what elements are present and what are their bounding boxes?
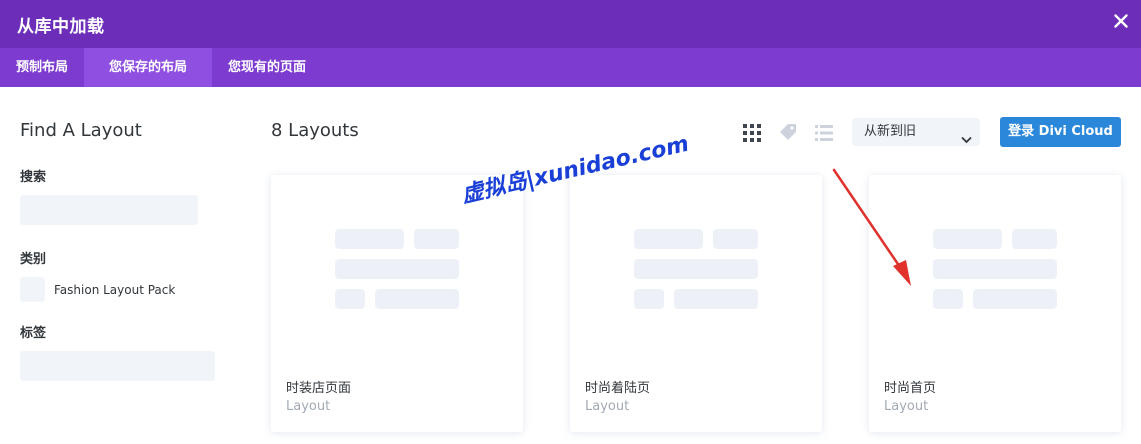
category-option[interactable]: Fashion Layout Pack — [20, 277, 220, 302]
layout-card-type: Layout — [286, 399, 331, 414]
modal-title: 从库中加载 — [17, 16, 105, 37]
chevron-down-icon — [961, 127, 972, 155]
tab-saved-layouts[interactable]: 您保存的布局 — [84, 48, 213, 87]
tags-label: 标签 — [20, 326, 47, 341]
layout-card[interactable]: 时尚首页 Layout — [869, 175, 1121, 432]
filter-sidebar: Find A Layout 搜索 类别 Fashion Layout Pack … — [20, 87, 220, 381]
layout-card-name: 时尚着陆页 — [585, 381, 651, 396]
layout-card-name: 时装店页面 — [286, 381, 352, 396]
layout-card[interactable]: 时装店页面 Layout — [271, 175, 523, 432]
sort-select[interactable]: 从新到旧 — [852, 118, 980, 146]
search-input[interactable] — [20, 195, 198, 225]
layouts-header: 8 Layouts 从新到旧 登录 Divi Cloud — [271, 117, 1121, 147]
search-label: 搜索 — [20, 170, 47, 185]
sort-select-value: 从新到旧 — [864, 124, 917, 139]
tag-icon[interactable] — [779, 124, 797, 142]
layout-card-type: Layout — [585, 399, 630, 414]
layout-card-name: 时尚首页 — [884, 381, 937, 396]
close-icon[interactable] — [1107, 7, 1135, 35]
list-view-icon[interactable] — [815, 124, 833, 142]
sidebar-heading: Find A Layout — [20, 120, 142, 141]
layout-card[interactable]: 时尚着陆页 Layout — [570, 175, 822, 432]
category-checkbox[interactable] — [20, 277, 45, 302]
category-option-label: Fashion Layout Pack — [54, 282, 176, 297]
modal-titlebar: 从库中加载 — [0, 0, 1141, 48]
load-from-library-modal: 从库中加载 预制布局 您保存的布局 您现有的页面 Find A Layout 搜… — [0, 0, 1141, 444]
tags-input[interactable] — [20, 351, 215, 381]
tab-premade-layouts[interactable]: 预制布局 — [0, 48, 84, 87]
layout-count: 8 Layouts — [271, 120, 359, 141]
tab-existing-pages[interactable]: 您现有的页面 — [212, 48, 322, 87]
layout-card-type: Layout — [884, 399, 929, 414]
category-label: 类别 — [20, 252, 47, 267]
tab-bar: 预制布局 您保存的布局 您现有的页面 — [0, 48, 1141, 87]
divi-cloud-login-button[interactable]: 登录 Divi Cloud — [1000, 117, 1121, 147]
grid-view-icon[interactable] — [743, 124, 761, 142]
